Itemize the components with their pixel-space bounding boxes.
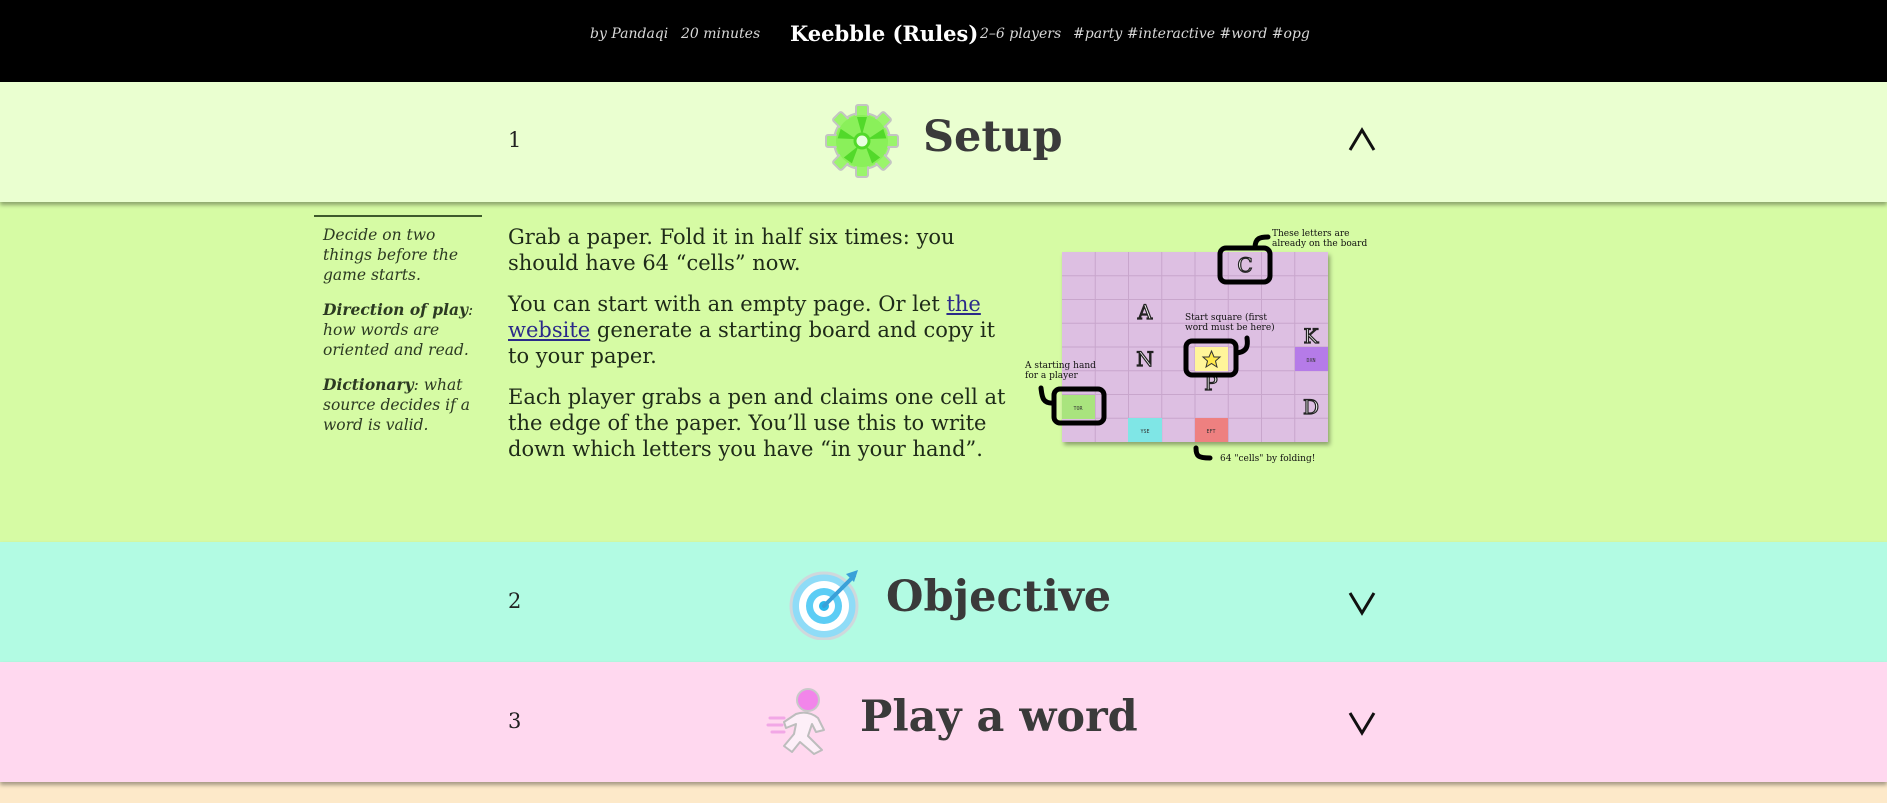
board-letter: C <box>1237 253 1252 277</box>
hand-cell-text: DXN <box>1306 358 1315 364</box>
section-title-setup: Setup <box>923 112 1063 162</box>
setup-sidenote: Decide on two things before the game sta… <box>314 215 482 450</box>
annotation-start-line1: Start square (first <box>1185 312 1267 323</box>
board-letter: N <box>1136 347 1154 371</box>
gear-icon <box>825 104 899 178</box>
setup-paragraph-2: You can start with an empty page. Or let… <box>508 291 1008 369</box>
tags-label: #party #interactive #word #opg <box>1073 26 1310 42</box>
chevron-down-icon[interactable] <box>1348 589 1376 617</box>
section-header-play-a-word[interactable]: 3 Play a word <box>0 662 1887 782</box>
players-label: 2–6 players <box>980 26 1062 42</box>
section-number: 3 <box>508 709 522 733</box>
annotation-letters-line2: already on the board <box>1272 239 1367 249</box>
annotation-hand-line2: for a player <box>1025 371 1079 381</box>
hand-cell-text: YSE <box>1140 429 1149 435</box>
annotation-hand-line1: A starting hand <box>1024 361 1096 371</box>
term-dictionary: Dictionary <box>323 375 414 394</box>
section-header-setup[interactable]: 1 Setup <box>0 82 1887 202</box>
top-bar: by Pandaqi 20 minutes Keebble (Rules) 2–… <box>0 0 1887 82</box>
chevron-up-icon[interactable] <box>1348 126 1376 154</box>
board-letter: A <box>1137 300 1153 324</box>
section-header-objective[interactable]: 2 Objective <box>0 542 1887 662</box>
setup-main-text: Grab a paper. Fold it in half six times:… <box>508 224 1008 477</box>
board-letter: D <box>1303 395 1319 419</box>
section-title-objective: Objective <box>886 572 1112 622</box>
term-direction: Direction of play <box>323 300 469 319</box>
chevron-down-icon[interactable] <box>1348 709 1376 737</box>
running-person-icon <box>766 688 838 760</box>
author-label: by Pandaqi <box>590 26 669 42</box>
section-number: 1 <box>508 128 522 152</box>
section-number: 2 <box>508 589 522 613</box>
para2-before: You can start with an empty page. Or let <box>508 292 947 316</box>
setup-paragraph-1: Grab a paper. Fold it in half six times:… <box>508 225 955 275</box>
target-icon <box>788 568 864 641</box>
board-letter: K <box>1304 324 1320 348</box>
duration-label: 20 minutes <box>681 26 761 42</box>
hand-cell-text: EFT <box>1206 429 1215 435</box>
next-section-strip <box>0 782 1887 803</box>
annotation-cells: 64 "cells" by folding! <box>1220 454 1315 464</box>
annotation-start-line2: word must be here) <box>1185 322 1275 333</box>
sidenote-direction: Direction of play: how words are oriente… <box>323 300 482 360</box>
page-title: Keebble (Rules) <box>790 21 979 46</box>
hand-cell-text: TOR <box>1073 406 1083 412</box>
annotation-letters-line1: These letters are <box>1272 229 1349 239</box>
section-title-play-a-word: Play a word <box>860 692 1138 742</box>
setup-paragraph-3: Each player grabs a pen and claims one c… <box>508 385 1006 461</box>
board-illustration: TOR YSE EFT DXN C A K N P D These letter… <box>1020 228 1390 473</box>
sidenote-dictionary: Dictionary: what source decides if a wor… <box>323 375 482 435</box>
sidenote-intro: Decide on two things before the game sta… <box>323 226 459 284</box>
